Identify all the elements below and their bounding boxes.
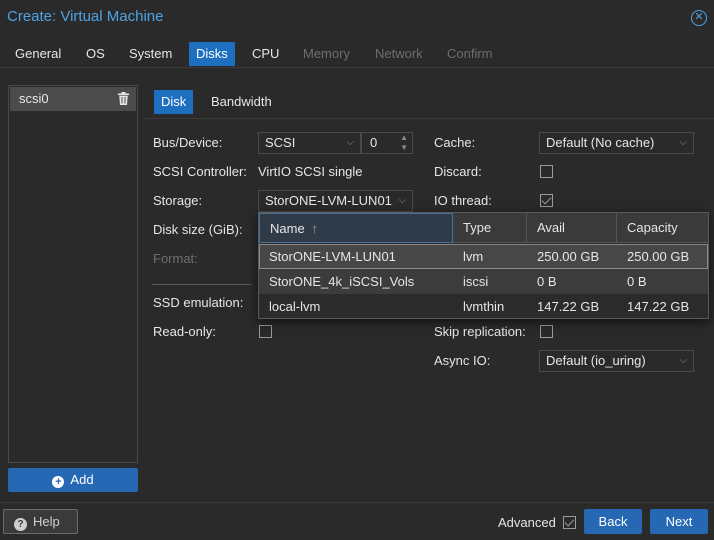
- tab-memory: Memory: [303, 46, 350, 61]
- disk-list-item[interactable]: scsi0: [10, 87, 136, 111]
- dialog-footer: ? Help Advanced Back Next: [0, 502, 714, 540]
- tab-disks[interactable]: Disks: [189, 42, 235, 66]
- skip-replication-label: Skip replication:: [434, 324, 526, 339]
- sort-ascending-icon: ↑: [311, 221, 318, 236]
- discard-checkbox[interactable]: [540, 165, 553, 178]
- tab-confirm: Confirm: [447, 46, 493, 61]
- discard-label: Discard:: [434, 164, 482, 179]
- title-bar: Create: Virtual Machine ✕: [0, 0, 714, 36]
- format-label: Format:: [153, 251, 198, 266]
- storage-select[interactable]: StorONE-LVM-LUN01 ⌵: [258, 190, 413, 212]
- storage-capacity: 250.00 GB: [627, 249, 690, 264]
- storage-dropdown-header: Name ↑ Type Avail Capacity: [259, 213, 708, 243]
- subtab-disk[interactable]: Disk: [154, 90, 194, 114]
- storage-dropdown: Name ↑ Type Avail Capacity StorONE-LVM-L…: [258, 212, 709, 319]
- tab-os[interactable]: OS: [79, 42, 112, 66]
- column-name-label: Name: [270, 221, 305, 236]
- read-only-label: Read-only:: [153, 324, 216, 339]
- ssd-emulation-label: SSD emulation:: [153, 295, 244, 310]
- storage-avail: 147.22 GB: [537, 299, 600, 314]
- bus-select[interactable]: SCSI ⌵: [258, 132, 361, 154]
- trash-icon[interactable]: [118, 92, 129, 105]
- storage-name: StorONE-LVM-LUN01: [269, 249, 396, 264]
- disk-list: scsi0: [8, 85, 138, 463]
- chevron-down-icon: ⌵: [679, 137, 687, 148]
- storage-name: local-lvm: [269, 299, 321, 314]
- column-header-avail[interactable]: Avail: [527, 213, 617, 243]
- close-icon[interactable]: ✕: [691, 10, 707, 26]
- column-header-capacity[interactable]: Capacity: [617, 213, 708, 243]
- async-io-select-value: Default (io_uring): [546, 353, 646, 368]
- column-header-type[interactable]: Type: [453, 213, 527, 243]
- help-label: Help: [33, 514, 60, 529]
- cache-select[interactable]: Default (No cache) ⌵: [539, 132, 694, 154]
- storage-type: lvm: [463, 249, 484, 264]
- chevron-down-icon: ⌵: [346, 137, 354, 148]
- tab-system[interactable]: System: [122, 42, 179, 66]
- storage-capacity: 147.22 GB: [627, 299, 690, 314]
- storage-avail: 0 B: [537, 274, 557, 289]
- back-button[interactable]: Back: [584, 509, 642, 534]
- storage-avail: 250.00 GB: [537, 249, 600, 264]
- read-only-checkbox[interactable]: [259, 325, 272, 338]
- scsi-controller-label: SCSI Controller:: [153, 164, 247, 179]
- storage-row[interactable]: StorONE_4k_iSCSI_Vols iscsi 0 B 0 B: [259, 269, 708, 294]
- cache-label: Cache:: [434, 135, 476, 150]
- add-disk-label: Add: [70, 472, 94, 487]
- storage-row[interactable]: local-lvm lvmthin 147.22 GB 147.22 GB: [259, 294, 708, 319]
- next-button[interactable]: Next: [650, 509, 708, 534]
- stepper-arrows-icon[interactable]: ▲ ▼: [400, 133, 408, 153]
- section-divider: [152, 284, 252, 285]
- scsi-controller-value: VirtIO SCSI single: [258, 164, 363, 179]
- bus-select-value: SCSI: [265, 135, 296, 150]
- storage-label: Storage:: [153, 193, 203, 208]
- window-title: Create: Virtual Machine: [7, 8, 164, 25]
- io-thread-label: IO thread:: [434, 193, 492, 208]
- help-button[interactable]: ? Help: [3, 509, 78, 534]
- device-index-value: 0: [370, 135, 378, 150]
- storage-row[interactable]: StorONE-LVM-LUN01 lvm 250.00 GB 250.00 G…: [259, 244, 708, 269]
- plus-circle-icon: +: [52, 476, 65, 488]
- async-io-select[interactable]: Default (io_uring) ⌵: [539, 350, 694, 372]
- io-thread-checkbox[interactable]: [540, 194, 553, 207]
- chevron-down-icon: ⌵: [679, 355, 687, 366]
- tab-cpu[interactable]: CPU: [245, 42, 286, 66]
- storage-capacity: 0 B: [627, 274, 647, 289]
- disk-item-label: scsi0: [19, 91, 49, 106]
- wizard-tab-bar: General OS System Disks CPU Memory Netwo…: [0, 40, 714, 68]
- storage-select-value: StorONE-LVM-LUN01: [265, 193, 392, 208]
- bus-device-label: Bus/Device:: [153, 135, 223, 150]
- async-io-label: Async IO:: [434, 353, 491, 368]
- chevron-down-icon: ⌵: [398, 195, 406, 206]
- tab-general[interactable]: General: [8, 42, 68, 66]
- storage-name: StorONE_4k_iSCSI_Vols: [269, 274, 415, 289]
- advanced-checkbox[interactable]: [563, 516, 576, 529]
- advanced-label: Advanced: [498, 515, 556, 530]
- storage-type: lvmthin: [463, 299, 505, 314]
- device-index-stepper[interactable]: 0 ▲ ▼: [361, 132, 413, 154]
- subtab-divider: [143, 118, 714, 119]
- question-circle-icon: ?: [14, 518, 27, 531]
- column-header-name[interactable]: Name ↑: [259, 213, 453, 243]
- add-disk-button[interactable]: + Add: [8, 468, 138, 492]
- skip-replication-checkbox[interactable]: [540, 325, 553, 338]
- subtab-bandwidth[interactable]: Bandwidth: [204, 90, 279, 114]
- storage-type: iscsi: [463, 274, 489, 289]
- tab-network: Network: [375, 46, 423, 61]
- cache-select-value: Default (No cache): [546, 135, 655, 150]
- disk-size-label: Disk size (GiB):: [153, 222, 243, 237]
